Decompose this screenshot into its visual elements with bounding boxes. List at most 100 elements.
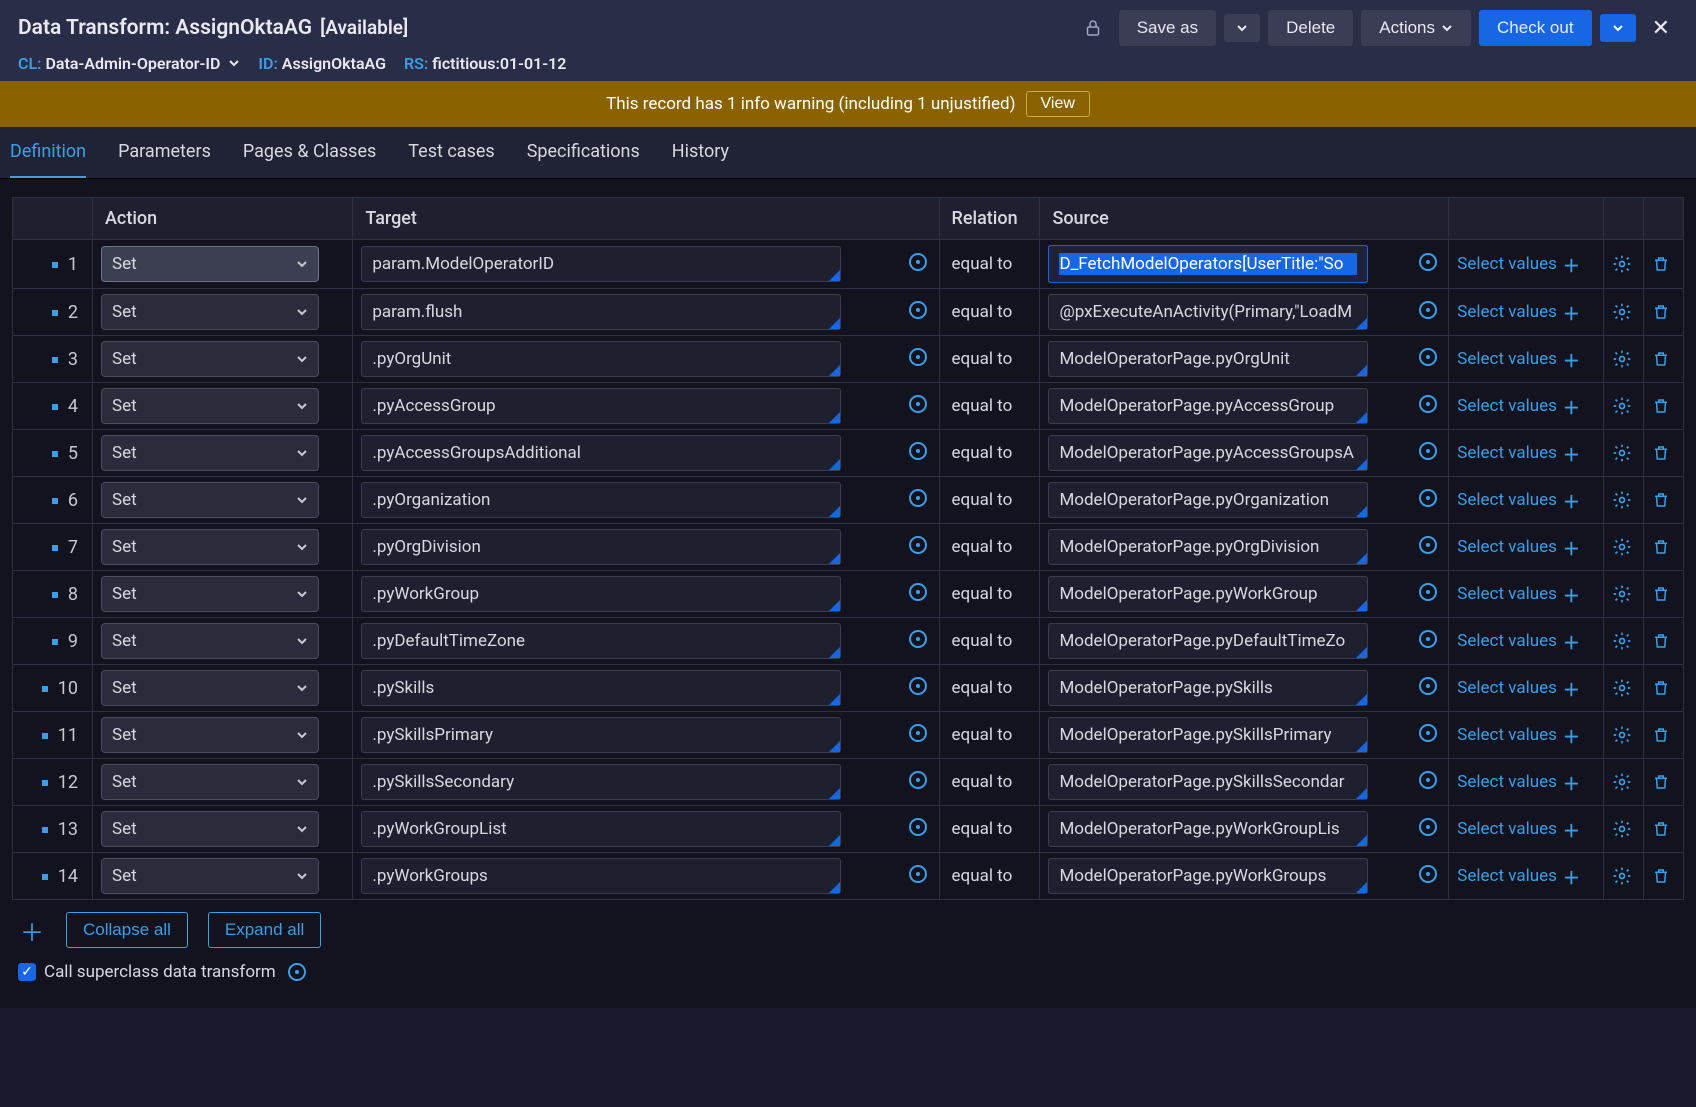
target-input[interactable]: .pySkills: [361, 670, 841, 706]
trash-icon[interactable]: [1652, 631, 1675, 651]
cl-value[interactable]: Data-Admin-Operator-ID: [45, 54, 240, 73]
trash-icon[interactable]: [1652, 772, 1675, 792]
source-input[interactable]: ModelOperatorPage.pySkills: [1048, 670, 1368, 706]
source-input[interactable]: ModelOperatorPage.pyDefaultTimeZo: [1048, 623, 1368, 659]
source-input[interactable]: ModelOperatorPage.pyWorkGroup: [1048, 576, 1368, 612]
gear-icon[interactable]: [1612, 302, 1635, 322]
source-input[interactable]: ModelOperatorPage.pyOrganization: [1048, 482, 1368, 518]
target-input[interactable]: .pyAccessGroupsAdditional: [361, 435, 841, 471]
action-select[interactable]: Set: [101, 576, 319, 612]
crosshair-icon[interactable]: [909, 677, 927, 695]
select-values-link[interactable]: Select values ＋: [1457, 864, 1580, 889]
target-input[interactable]: .pySkillsPrimary: [361, 717, 841, 753]
select-values-link[interactable]: Select values ＋: [1457, 770, 1580, 795]
trash-icon[interactable]: [1652, 678, 1675, 698]
target-input[interactable]: param.flush: [361, 294, 841, 330]
select-values-link[interactable]: Select values ＋: [1457, 300, 1580, 325]
crosshair-icon[interactable]: [1419, 395, 1437, 413]
action-select[interactable]: Set: [101, 482, 319, 518]
trash-icon[interactable]: [1652, 443, 1675, 463]
actions-button[interactable]: Actions: [1361, 10, 1471, 46]
action-select[interactable]: Set: [101, 246, 319, 282]
add-row-button[interactable]: ＋: [18, 916, 46, 944]
select-values-link[interactable]: Select values ＋: [1457, 441, 1580, 466]
crosshair-icon[interactable]: [1419, 489, 1437, 507]
crosshair-icon[interactable]: [1419, 771, 1437, 789]
gear-icon[interactable]: [1612, 443, 1635, 463]
tab-specifications[interactable]: Specifications: [527, 127, 640, 178]
check-out-button[interactable]: Check out: [1479, 10, 1592, 46]
source-input[interactable]: ModelOperatorPage.pyAccessGroupsA: [1048, 435, 1368, 471]
target-input[interactable]: .pyOrganization: [361, 482, 841, 518]
collapse-all-button[interactable]: Collapse all: [66, 912, 188, 948]
gear-icon[interactable]: [1612, 537, 1635, 557]
trash-icon[interactable]: [1652, 490, 1675, 510]
crosshair-icon[interactable]: [909, 865, 927, 883]
gear-icon[interactable]: [1612, 866, 1635, 886]
source-input[interactable]: ModelOperatorPage.pyWorkGroups: [1048, 858, 1368, 894]
gear-icon[interactable]: [1612, 678, 1635, 698]
source-input[interactable]: @pxExecuteAnActivity(Primary,"LoadM: [1048, 294, 1368, 330]
select-values-link[interactable]: Select values ＋: [1457, 535, 1580, 560]
crosshair-icon[interactable]: [1419, 630, 1437, 648]
close-icon[interactable]: ✕: [1644, 12, 1678, 45]
tab-test-cases[interactable]: Test cases: [408, 127, 494, 178]
crosshair-icon[interactable]: [909, 253, 927, 271]
trash-icon[interactable]: [1652, 819, 1675, 839]
tab-definition[interactable]: Definition: [10, 127, 86, 178]
crosshair-icon[interactable]: [909, 301, 927, 319]
crosshair-icon[interactable]: [1419, 348, 1437, 366]
crosshair-icon[interactable]: [909, 771, 927, 789]
gear-icon[interactable]: [1612, 772, 1635, 792]
action-select[interactable]: Set: [101, 858, 319, 894]
select-values-link[interactable]: Select values ＋: [1457, 629, 1580, 654]
gear-icon[interactable]: [1612, 254, 1635, 274]
target-input[interactable]: .pyWorkGroup: [361, 576, 841, 612]
save-as-chevron[interactable]: [1224, 14, 1260, 42]
superclass-checkbox[interactable]: ✓: [18, 963, 36, 981]
select-values-link[interactable]: Select values ＋: [1457, 347, 1580, 372]
select-values-link[interactable]: Select values ＋: [1457, 582, 1580, 607]
tab-parameters[interactable]: Parameters: [118, 127, 211, 178]
trash-icon[interactable]: [1652, 725, 1675, 745]
source-input[interactable]: D_FetchModelOperators[UserTitle:"So: [1048, 245, 1368, 283]
trash-icon[interactable]: [1652, 396, 1675, 416]
source-input[interactable]: ModelOperatorPage.pySkillsPrimary: [1048, 717, 1368, 753]
crosshair-icon[interactable]: [1419, 301, 1437, 319]
crosshair-icon[interactable]: [1419, 818, 1437, 836]
select-values-link[interactable]: Select values ＋: [1457, 488, 1580, 513]
gear-icon[interactable]: [1612, 631, 1635, 651]
gear-icon[interactable]: [1612, 396, 1635, 416]
crosshair-icon[interactable]: [1419, 583, 1437, 601]
source-input[interactable]: ModelOperatorPage.pyOrgDivision: [1048, 529, 1368, 565]
select-values-link[interactable]: Select values ＋: [1457, 676, 1580, 701]
select-values-link[interactable]: Select values ＋: [1457, 817, 1580, 842]
crosshair-icon[interactable]: [909, 724, 927, 742]
crosshair-icon[interactable]: [909, 348, 927, 366]
gear-icon[interactable]: [1612, 584, 1635, 604]
crosshair-icon[interactable]: [1419, 865, 1437, 883]
source-input[interactable]: ModelOperatorPage.pyWorkGroupLis: [1048, 811, 1368, 847]
crosshair-icon[interactable]: [909, 630, 927, 648]
target-input[interactable]: .pyDefaultTimeZone: [361, 623, 841, 659]
trash-icon[interactable]: [1652, 302, 1675, 322]
delete-button[interactable]: Delete: [1268, 10, 1353, 46]
action-select[interactable]: Set: [101, 294, 319, 330]
trash-icon[interactable]: [1652, 537, 1675, 557]
crosshair-icon[interactable]: [909, 818, 927, 836]
action-select[interactable]: Set: [101, 388, 319, 424]
target-input[interactable]: .pyWorkGroups: [361, 858, 841, 894]
trash-icon[interactable]: [1652, 349, 1675, 369]
select-values-link[interactable]: Select values ＋: [1457, 723, 1580, 748]
gear-icon[interactable]: [1612, 725, 1635, 745]
crosshair-icon[interactable]: [909, 489, 927, 507]
view-warning-button[interactable]: View: [1026, 91, 1090, 117]
expand-all-button[interactable]: Expand all: [208, 912, 321, 948]
check-out-chevron[interactable]: [1600, 14, 1636, 42]
action-select[interactable]: Set: [101, 623, 319, 659]
crosshair-icon[interactable]: [1419, 253, 1437, 271]
tab-history[interactable]: History: [672, 127, 729, 178]
crosshair-icon[interactable]: [909, 395, 927, 413]
source-input[interactable]: ModelOperatorPage.pySkillsSecondar: [1048, 764, 1368, 800]
crosshair-icon[interactable]: [288, 963, 306, 981]
